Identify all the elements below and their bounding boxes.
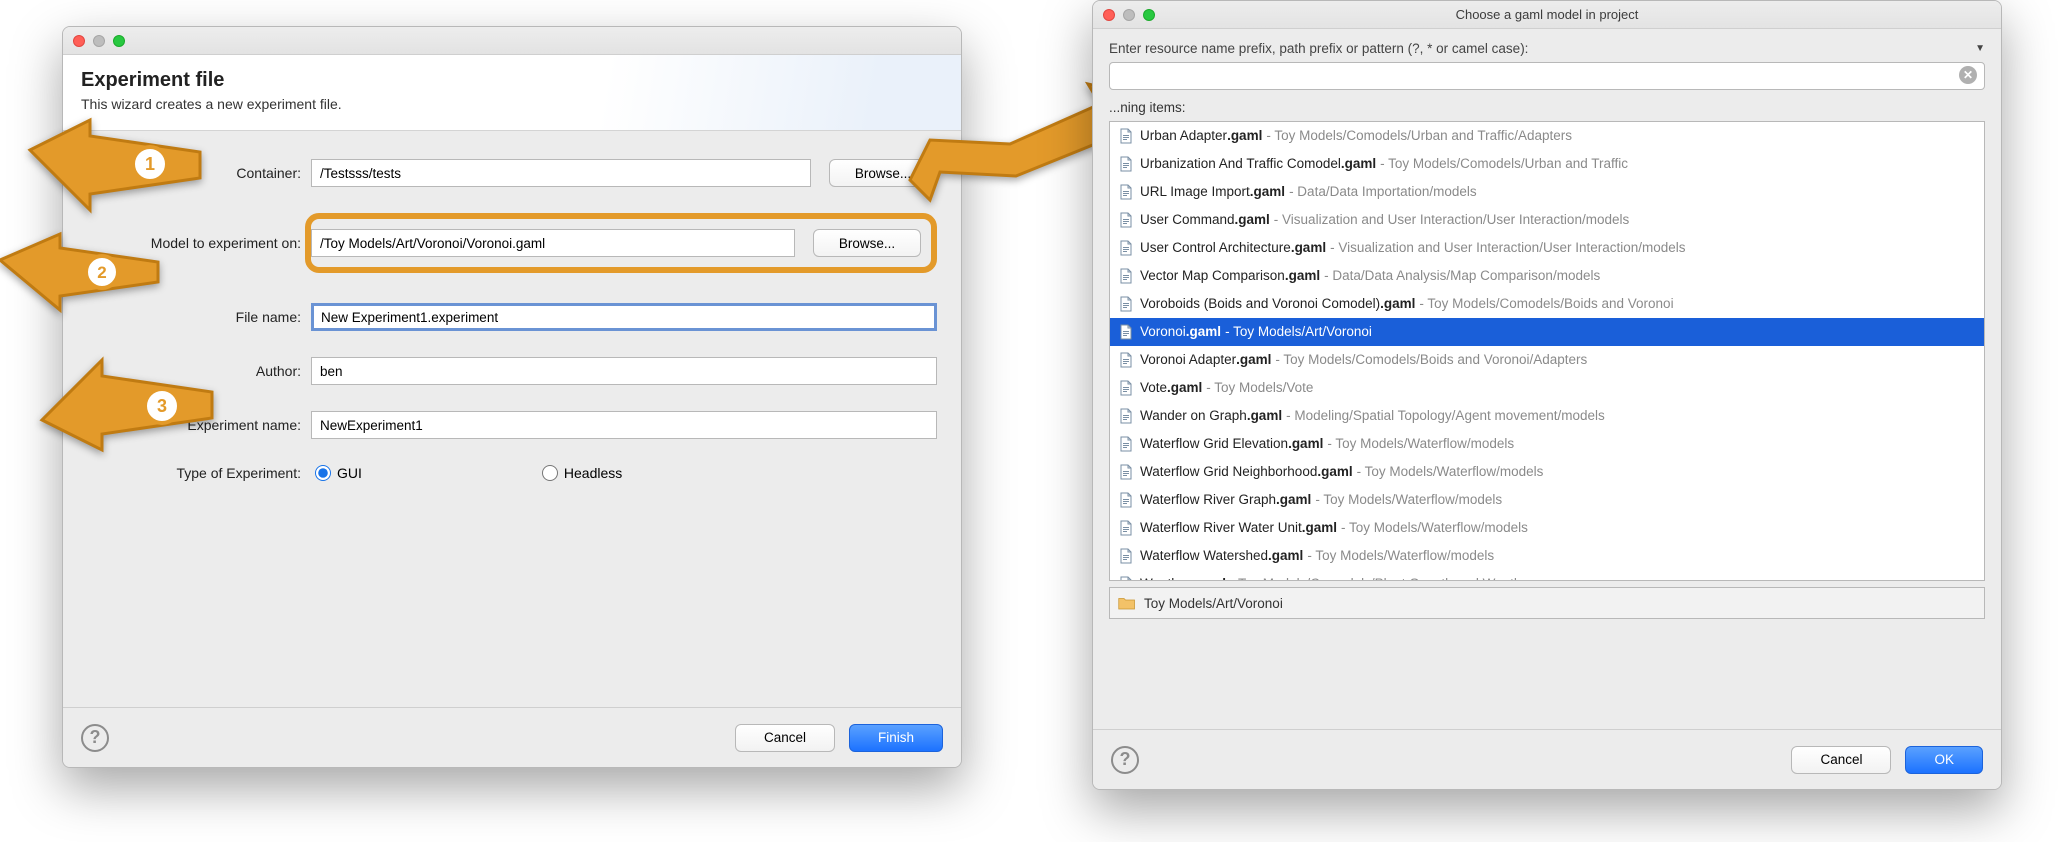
radio-headless-label: Headless bbox=[564, 465, 622, 481]
filename-input[interactable] bbox=[311, 303, 937, 331]
label-type: Type of Experiment: bbox=[87, 465, 311, 481]
radio-gui-label: GUI bbox=[337, 465, 362, 481]
label-expname: Experiment name: bbox=[87, 417, 311, 433]
model-browse-button[interactable]: Browse... bbox=[813, 229, 921, 257]
zoom-icon[interactable] bbox=[113, 35, 125, 47]
dropdown-icon[interactable]: ▼ bbox=[1975, 43, 1985, 54]
finish-button[interactable]: Finish bbox=[849, 724, 943, 752]
close-icon[interactable] bbox=[73, 35, 85, 47]
choose-model-window: Choose a gaml model in project Enter res… bbox=[1092, 0, 2002, 790]
list-item[interactable]: Wander on Graph.gaml - Modeling/Spatial … bbox=[1110, 402, 1984, 430]
folder-icon bbox=[1118, 595, 1136, 611]
label-container: Container: bbox=[87, 165, 311, 181]
list-item[interactable]: Waterflow Grid Neighborhood.gaml - Toy M… bbox=[1110, 458, 1984, 486]
list-item[interactable]: Voroboids (Boids and Voronoi Comodel).ga… bbox=[1110, 290, 1984, 318]
titlebar bbox=[63, 27, 961, 55]
cancel-button[interactable]: Cancel bbox=[735, 724, 835, 752]
titlebar: Choose a gaml model in project bbox=[1093, 1, 2001, 29]
list-item[interactable]: Waterflow River Water Unit.gaml - Toy Mo… bbox=[1110, 514, 1984, 542]
experiment-file-window: Experiment file This wizard creates a ne… bbox=[62, 26, 962, 768]
minimize-icon bbox=[1123, 9, 1135, 21]
matching-items-label: ...ning items: bbox=[1093, 100, 2001, 121]
list-item[interactable]: Weather.gaml - Toy Models/Comodels/Plant… bbox=[1110, 570, 1984, 581]
selected-path-bar: Toy Models/Art/Voronoi bbox=[1109, 587, 1985, 619]
minimize-icon bbox=[93, 35, 105, 47]
list-item[interactable]: Vector Map Comparison.gaml - Data/Data A… bbox=[1110, 262, 1984, 290]
author-input[interactable] bbox=[311, 357, 937, 385]
close-icon[interactable] bbox=[1103, 9, 1115, 21]
list-item[interactable]: Waterflow Grid Elevation.gaml - Toy Mode… bbox=[1110, 430, 1984, 458]
results-list[interactable]: Urban Adapter.gaml - Toy Models/Comodels… bbox=[1109, 121, 1985, 581]
search-prompt: Enter resource name prefix, path prefix … bbox=[1109, 41, 1528, 56]
selected-path-text: Toy Models/Art/Voronoi bbox=[1144, 596, 1283, 611]
list-item[interactable]: Urban Adapter.gaml - Toy Models/Comodels… bbox=[1110, 122, 1984, 150]
cancel-button[interactable]: Cancel bbox=[1791, 746, 1891, 774]
help-icon[interactable]: ? bbox=[81, 724, 109, 752]
expname-input[interactable] bbox=[311, 411, 937, 439]
list-item[interactable]: Voronoi Adapter.gaml - Toy Models/Comode… bbox=[1110, 346, 1984, 374]
radio-headless[interactable]: Headless bbox=[542, 465, 622, 481]
list-item[interactable]: URL Image Import.gaml - Data/Data Import… bbox=[1110, 178, 1984, 206]
search-input[interactable] bbox=[1109, 62, 1985, 90]
list-item[interactable]: Waterflow Watershed.gaml - Toy Models/Wa… bbox=[1110, 542, 1984, 570]
zoom-icon[interactable] bbox=[1143, 9, 1155, 21]
radio-gui[interactable]: GUI bbox=[315, 465, 362, 481]
list-item[interactable]: Waterflow River Graph.gaml - Toy Models/… bbox=[1110, 486, 1984, 514]
list-item[interactable]: User Command.gaml - Visualization and Us… bbox=[1110, 206, 1984, 234]
window-title: Choose a gaml model in project bbox=[1093, 7, 2001, 22]
list-item[interactable]: Urbanization And Traffic Comodel.gaml - … bbox=[1110, 150, 1984, 178]
help-icon[interactable]: ? bbox=[1111, 746, 1139, 774]
container-browse-button[interactable]: Browse... bbox=[829, 159, 937, 187]
list-item[interactable]: Voronoi.gaml - Toy Models/Art/Voronoi bbox=[1110, 318, 1984, 346]
label-author: Author: bbox=[87, 363, 311, 379]
ok-button[interactable]: OK bbox=[1905, 746, 1983, 774]
wizard-title: Experiment file bbox=[81, 69, 943, 92]
list-item[interactable]: User Control Architecture.gaml - Visuali… bbox=[1110, 234, 1984, 262]
label-filename: File name: bbox=[87, 309, 311, 325]
list-item[interactable]: Vote.gaml - Toy Models/Vote bbox=[1110, 374, 1984, 402]
wizard-banner: Experiment file This wizard creates a ne… bbox=[63, 55, 961, 131]
model-input[interactable] bbox=[311, 229, 795, 257]
clear-icon[interactable]: ✕ bbox=[1959, 66, 1977, 84]
label-model: Model to experiment on: bbox=[87, 235, 311, 251]
container-input[interactable] bbox=[311, 159, 811, 187]
wizard-desc: This wizard creates a new experiment fil… bbox=[81, 96, 943, 112]
